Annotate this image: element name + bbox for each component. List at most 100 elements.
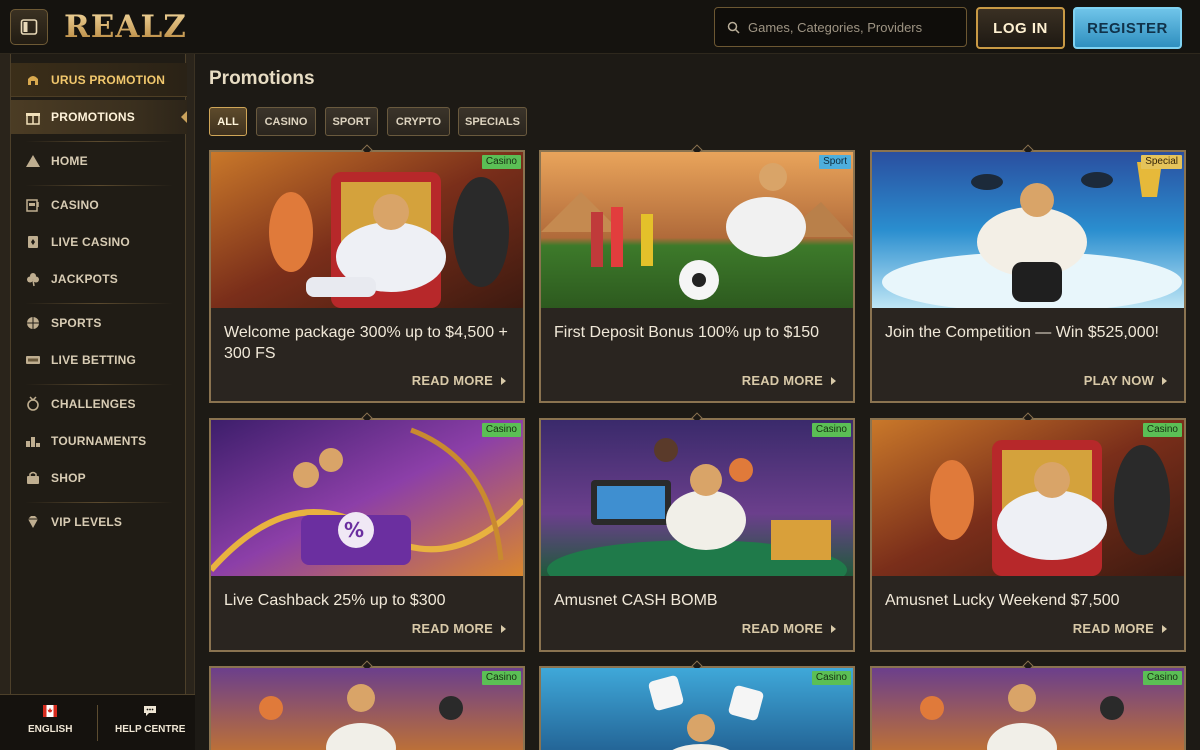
promo-card-first-deposit[interactable]: Sport First Deposit Bonus 100% up to $15… [539, 144, 855, 403]
promo-card-lucky-weekend[interactable]: Casino Amusnet Lucky Weekend $7,500 READ… [870, 412, 1186, 652]
promo-title: Join the Competition — Win $525,000! [885, 324, 1159, 341]
sidebar-item-label: LIVE CASINO [51, 235, 130, 249]
promo-card[interactable]: Casino [209, 660, 525, 750]
play-now-link[interactable]: PLAY NOW [1084, 373, 1154, 388]
basketball-icon [25, 315, 41, 331]
sidebar-item-promotions[interactable]: PROMOTIONS [11, 100, 187, 134]
search-box[interactable] [714, 7, 967, 47]
category-tag: Casino [481, 423, 521, 437]
promo-card[interactable]: Casino [870, 660, 1186, 750]
canada-flag-icon [43, 705, 58, 717]
chevron-right-icon [831, 377, 836, 385]
live-badge-icon [25, 352, 41, 368]
chevron-right-icon [1162, 625, 1167, 633]
sidebar-item-live-betting[interactable]: LIVE BETTING [11, 343, 187, 377]
promo-image [541, 668, 853, 750]
search-icon [727, 21, 740, 34]
sidebar-item-tournaments[interactable]: TOURNAMENTS [11, 424, 187, 458]
svg-text:%: % [344, 518, 364, 542]
promo-image [541, 152, 853, 308]
sidebar-divider [25, 502, 173, 503]
sidebar-item-label: VIP LEVELS [51, 515, 123, 529]
sidebar-item-vip-levels[interactable]: VIP LEVELS [11, 505, 187, 539]
sidebar-item-label: CHALLENGES [51, 397, 136, 411]
sidebar-item-jackpots[interactable]: JACKPOTS [11, 262, 187, 296]
chevron-right-icon [501, 377, 506, 385]
promo-card-cash-bomb[interactable]: Casino Amusnet CASH BOMB READ MORE [539, 412, 855, 652]
promo-image [541, 420, 853, 576]
sidebar-divider [25, 384, 173, 385]
filter-specials[interactable]: SPECIALS [458, 107, 527, 136]
read-more-link[interactable]: READ MORE [742, 621, 823, 636]
read-more-link[interactable]: READ MORE [412, 621, 493, 636]
promo-title: Amusnet Lucky Weekend $7,500 [885, 592, 1120, 609]
sidebar-item-sports[interactable]: SPORTS [11, 306, 187, 340]
filter-sport[interactable]: SPORT [325, 107, 378, 136]
read-more-link[interactable]: READ MORE [412, 373, 493, 388]
diamond-icon [25, 514, 41, 530]
promo-image [872, 152, 1184, 308]
promo-image [872, 420, 1184, 576]
medal-icon [25, 396, 41, 412]
search-input[interactable] [748, 19, 958, 35]
shopping-bag-icon [25, 470, 41, 486]
category-tag: Casino [811, 423, 851, 437]
filter-crypto[interactable]: CRYPTO [387, 107, 450, 136]
sidebar-toggle-button[interactable] [10, 9, 48, 45]
login-button[interactable]: LOG IN [976, 7, 1065, 49]
sidebar-item-label: URUS PROMOTION [51, 72, 166, 87]
category-tag: Special [1141, 155, 1182, 169]
sidebar-divider [25, 185, 173, 186]
sidebar-item-label: TOURNAMENTS [51, 434, 147, 448]
sidebar-item-shop[interactable]: SHOP [11, 461, 187, 495]
site-logo[interactable]: REALZ [64, 9, 187, 45]
category-tag: Casino [481, 671, 521, 685]
category-tag: Casino [481, 155, 521, 169]
help-centre-button[interactable]: HELP CENTRE [115, 705, 185, 735]
read-more-link[interactable]: READ MORE [742, 373, 823, 388]
sidebar-item-label: SPORTS [51, 316, 102, 330]
promo-image: % [211, 420, 523, 576]
sidebar-divider [25, 303, 173, 304]
chevron-right-icon [831, 625, 836, 633]
main-content: Promotions ALL CASINO SPORT CRYPTO SPECI… [195, 54, 1200, 750]
category-tag: Casino [1142, 423, 1182, 437]
read-more-link[interactable]: READ MORE [1073, 621, 1154, 636]
promo-card[interactable]: Casino [539, 660, 855, 750]
sidebar-footer: ENGLISH HELP CENTRE [0, 694, 195, 750]
sidebar-item-live-casino[interactable]: LIVE CASINO [11, 225, 187, 259]
chevron-right-icon [1162, 377, 1167, 385]
podium-icon [25, 433, 41, 449]
sidebar-item-home[interactable]: HOME [11, 144, 187, 178]
playing-card-icon [25, 234, 41, 250]
register-button[interactable]: REGISTER [1073, 7, 1182, 49]
helmet-icon [25, 72, 41, 88]
page-title: Promotions [209, 68, 315, 89]
top-bar: REALZ LOG IN REGISTER [0, 0, 1200, 54]
footer-divider [97, 705, 98, 741]
sidebar-item-casino[interactable]: CASINO [11, 188, 187, 222]
sidebar-item-label: PROMOTIONS [51, 110, 136, 124]
filter-casino[interactable]: CASINO [256, 107, 316, 136]
promo-card-live-cashback[interactable]: % Casino Live Cashback 25% up to $300 RE… [209, 412, 525, 652]
sidebar-divider [25, 141, 173, 142]
help-centre-label: HELP CENTRE [115, 724, 186, 735]
sidebar-item-label: CASINO [51, 198, 99, 212]
sidebar-item-urus-promotion[interactable]: URUS PROMOTION [11, 63, 187, 97]
category-tag: Casino [1142, 671, 1182, 685]
promo-card-competition[interactable]: Special Join the Competition — Win $525,… [870, 144, 1186, 403]
sidebar-nav: URUS PROMOTION PROMOTIONS HOME CASINO LI… [10, 54, 187, 694]
slot-machine-icon [25, 197, 41, 213]
clover-icon [25, 271, 41, 287]
chat-bubble-icon [144, 706, 157, 716]
sidebar-item-label: HOME [51, 154, 88, 168]
promo-image [211, 152, 523, 308]
sidebar-toggle-icon [20, 19, 38, 35]
sidebar-item-label: JACKPOTS [51, 272, 118, 286]
sidebar-item-label: SHOP [51, 471, 86, 485]
language-selector[interactable]: ENGLISH [28, 705, 72, 735]
promo-title: Live Cashback 25% up to $300 [224, 592, 446, 609]
filter-all[interactable]: ALL [209, 107, 247, 136]
sidebar-item-challenges[interactable]: CHALLENGES [11, 387, 187, 421]
promo-card-welcome-package[interactable]: Casino Welcome package 300% up to $4,500… [209, 144, 525, 403]
